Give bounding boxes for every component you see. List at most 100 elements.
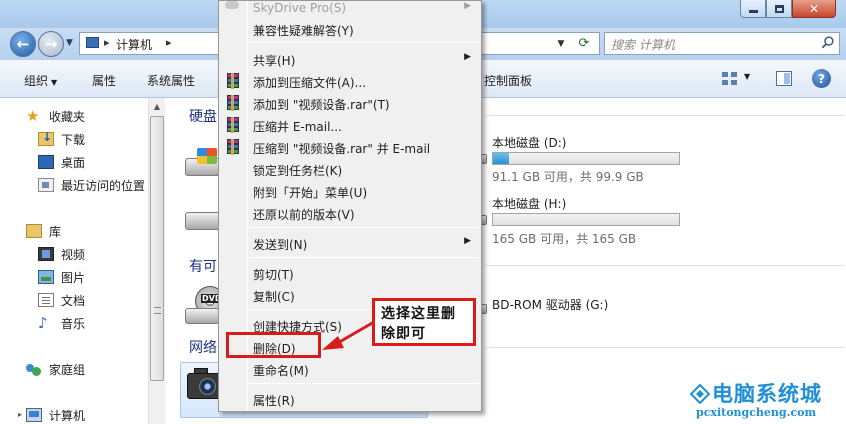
forward-button[interactable]: → xyxy=(38,31,64,57)
computer-icon xyxy=(86,37,99,48)
group-header-hard-disks[interactable]: 硬盘 xyxy=(189,106,217,126)
nav-scrollbar[interactable]: ▲ xyxy=(148,98,165,424)
star-icon: ★ xyxy=(26,107,40,125)
videos-library-icon xyxy=(38,247,54,261)
pictures-library-icon xyxy=(38,270,54,284)
nav-recent-places[interactable]: 最近访问的位置 xyxy=(38,175,145,195)
system-properties-button[interactable]: 系统属性 xyxy=(147,72,195,89)
nav-downloads[interactable]: 下载 xyxy=(38,129,85,149)
menu-item-compress-email[interactable]: 压缩并 E-mail... xyxy=(221,114,479,136)
forward-arrow-icon: → xyxy=(44,34,58,53)
nav-libraries[interactable]: 库 xyxy=(26,221,61,241)
nav-desktop[interactable]: 桌面 xyxy=(38,152,85,172)
drive-d-free-space: 91.1 GB 可用，共 99.9 GB xyxy=(492,170,644,184)
nav-recent-places-label: 最近访问的位置 xyxy=(61,178,146,193)
nav-pictures-label: 图片 xyxy=(61,270,86,285)
organize-button[interactable]: 组织 ▼ xyxy=(24,72,57,89)
menu-item-label: 压缩并 E-mail... xyxy=(253,120,342,134)
menu-item-skydrive-pro[interactable]: SkyDrive Pro(S) ▶ xyxy=(221,0,479,19)
menu-item-label: 添加到 "视频设备.rar"(T) xyxy=(253,98,390,112)
nav-pictures[interactable]: 图片 xyxy=(38,267,85,287)
menu-item-label: 剪切(T) xyxy=(253,268,294,282)
nav-favorites[interactable]: ★ 收藏夹 xyxy=(26,106,85,126)
submenu-arrow-icon: ▶ xyxy=(464,236,471,246)
camera-lens-icon xyxy=(199,378,216,395)
dvd-drive-name[interactable]: BD-ROM 驱动器 (G:) xyxy=(492,296,608,313)
menu-item-pin-taskbar[interactable]: 锁定到任务栏(K) xyxy=(221,158,479,180)
menu-item-compatibility-troubleshoot[interactable]: 兼容性疑难解答(Y) xyxy=(221,18,479,40)
menu-item-add-to-rar[interactable]: 添加到 "视频设备.rar"(T) xyxy=(221,92,479,114)
view-options-dropdown[interactable]: ▼ xyxy=(744,72,750,81)
nav-computer-label: 计算机 xyxy=(49,408,86,423)
control-panel-button[interactable]: 控制面板 xyxy=(484,72,532,89)
menu-item-properties[interactable]: 属性(R) xyxy=(221,388,479,410)
music-note-icon: ♪ xyxy=(38,314,48,332)
breadcrumb-chevron-icon[interactable]: ▸ xyxy=(166,36,172,49)
breadcrumb-chevron-icon[interactable]: ▸ xyxy=(104,36,110,49)
menu-item-label: 兼容性疑难解答(Y) xyxy=(253,24,354,38)
scroll-thumb[interactable] xyxy=(150,116,164,381)
menu-item-restore-versions[interactable]: 还原以前的版本(V) xyxy=(221,202,479,224)
preview-pane-icon[interactable] xyxy=(776,71,792,86)
nav-favorites-label: 收藏夹 xyxy=(49,109,86,124)
nav-downloads-label: 下载 xyxy=(61,132,86,147)
computer-icon xyxy=(26,408,42,422)
menu-item-cut[interactable]: 剪切(T) xyxy=(221,262,479,284)
refresh-icon[interactable]: ⟳ xyxy=(571,33,597,54)
nav-documents[interactable]: 文档 xyxy=(38,290,85,310)
maximize-button[interactable] xyxy=(766,0,792,18)
menu-separator xyxy=(249,383,479,384)
navigation-pane: ★ 收藏夹 下载 桌面 最近访问的位置 库 视频 图片 文档 ♪ 音乐 家庭组 … xyxy=(0,98,148,424)
menu-item-add-to-archive[interactable]: 添加到压缩文件(A)... xyxy=(221,70,479,92)
minimize-button[interactable] xyxy=(740,0,766,18)
menu-item-label: SkyDrive Pro(S) xyxy=(253,1,347,15)
menu-item-label: 属性(R) xyxy=(253,394,295,408)
nav-homegroup-label: 家庭组 xyxy=(49,362,86,377)
menu-item-label: 压缩到 "视频设备.rar" 并 E-mail xyxy=(253,142,431,156)
group-header-removable[interactable]: 有可 xyxy=(189,256,217,276)
menu-item-rename[interactable]: 重命名(M) xyxy=(221,358,479,380)
menu-separator xyxy=(249,227,479,228)
nav-videos[interactable]: 视频 xyxy=(38,244,85,264)
menu-item-label: 锁定到任务栏(K) xyxy=(253,164,343,178)
search-icon[interactable] xyxy=(820,35,835,50)
drive-base-icon xyxy=(185,308,219,324)
homegroup-icon xyxy=(26,362,42,376)
menu-item-compress-rar-email[interactable]: 压缩到 "视频设备.rar" 并 E-mail xyxy=(221,136,479,158)
caption-buttons: ✕ xyxy=(740,0,836,18)
winrar-icon xyxy=(225,95,241,111)
back-button[interactable]: ← xyxy=(10,31,36,57)
submenu-arrow-icon: ▶ xyxy=(464,52,471,62)
group-divider xyxy=(485,265,845,266)
winrar-icon xyxy=(225,117,241,133)
menu-item-label: 发送到(N) xyxy=(253,238,308,252)
organize-label: 组织 xyxy=(24,74,49,88)
help-icon[interactable]: ? xyxy=(812,69,831,88)
menu-item-send-to[interactable]: 发送到(N) ▶ xyxy=(221,232,479,254)
properties-button[interactable]: 属性 xyxy=(92,72,116,89)
menu-item-label: 复制(C) xyxy=(253,290,295,304)
windows-logo-icon xyxy=(197,148,217,164)
view-options-icon[interactable] xyxy=(722,72,738,86)
menu-item-pin-start[interactable]: 附到「开始」菜单(U) xyxy=(221,180,479,202)
breadcrumb-computer[interactable]: 计算机 xyxy=(116,36,152,53)
documents-library-icon xyxy=(38,293,54,307)
menu-separator xyxy=(249,257,479,258)
recent-pages-dropdown[interactable]: ▼ xyxy=(66,38,73,48)
address-history-dropdown[interactable]: ▼ xyxy=(551,33,571,54)
nav-desktop-label: 桌面 xyxy=(61,155,86,170)
search-input[interactable]: 搜索 计算机 xyxy=(604,32,840,55)
group-header-network[interactable]: 网络 xyxy=(189,337,217,357)
scroll-up-icon[interactable]: ▲ xyxy=(149,98,165,114)
nav-computer[interactable]: 计算机 xyxy=(26,405,85,424)
drive-d-name[interactable]: 本地磁盘 (D:) xyxy=(492,134,566,151)
menu-item-share[interactable]: 共享(H) ▶ xyxy=(221,48,479,70)
drive-h-usage-bar xyxy=(492,213,680,226)
expand-computer-icon[interactable]: ▸ xyxy=(18,410,22,419)
close-button[interactable]: ✕ xyxy=(792,0,836,18)
minimize-icon xyxy=(748,9,758,13)
chevron-down-icon: ▼ xyxy=(51,78,58,87)
drive-h-name[interactable]: 本地磁盘 (H:) xyxy=(492,195,566,212)
nav-homegroup[interactable]: 家庭组 xyxy=(26,359,85,379)
nav-music[interactable]: ♪ 音乐 xyxy=(38,313,85,333)
